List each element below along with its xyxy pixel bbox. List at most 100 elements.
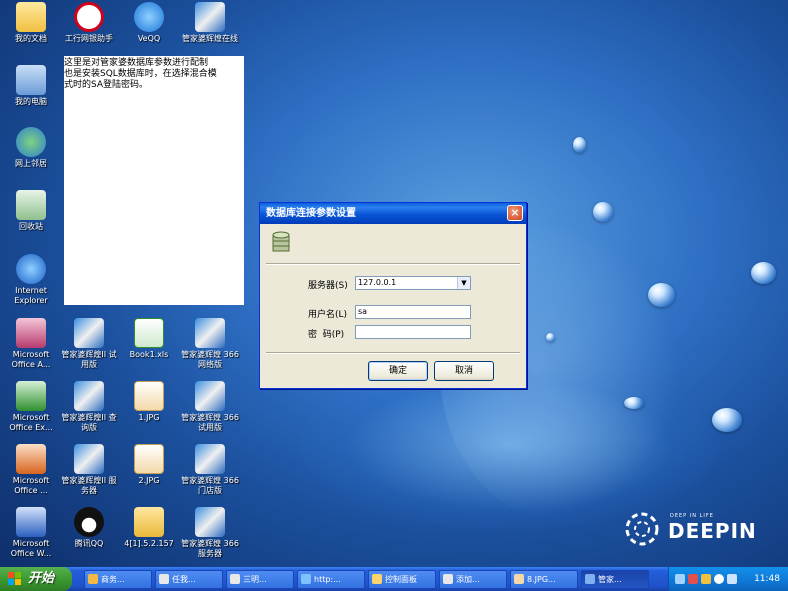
- dialog-separator: [266, 263, 520, 265]
- desktop-icon-label: 我的电脑: [15, 97, 47, 106]
- water-drop: [751, 262, 776, 284]
- ok-button[interactable]: 确定: [368, 361, 428, 381]
- qq-penguin-icon: [74, 507, 104, 537]
- taskbar-button[interactable]: 8.JPG...: [510, 570, 578, 589]
- brand-name: DEEPIN: [668, 519, 757, 543]
- image-icon: [514, 574, 524, 584]
- gjp-app-icon: [195, 2, 225, 32]
- desktop-icon-recycle-bin[interactable]: 回收站: [0, 190, 62, 232]
- security-icon[interactable]: [688, 574, 698, 584]
- desktop-icon-office-access[interactable]: Microsoft Office A...: [0, 318, 62, 370]
- water-drop: [624, 397, 644, 409]
- desktop-icon-my-computer[interactable]: 我的电脑: [0, 65, 62, 107]
- cancel-button[interactable]: 取消: [434, 361, 494, 381]
- office-word-icon: [16, 507, 46, 537]
- desktop-icon-veqq[interactable]: VeQQ: [118, 2, 180, 44]
- windows-flag-icon: [8, 572, 21, 585]
- water-drop: [593, 202, 613, 222]
- taskbar-button[interactable]: 商务...: [84, 570, 152, 589]
- taskbar-button-label: 任我...: [172, 575, 196, 584]
- folder-icon: [134, 507, 164, 537]
- gjp-app-icon: [74, 318, 104, 348]
- taskbar-button-label: http:...: [314, 575, 341, 584]
- desktop-icon-label: 网上邻居: [15, 159, 47, 168]
- server-combobox[interactable]: 127.0.0.1 ▼: [355, 276, 471, 290]
- water-drop: [546, 333, 555, 342]
- desktop-icon-label: 管家婆辉煌 366试用版: [181, 413, 239, 432]
- recycle-bin-icon: [16, 190, 46, 220]
- my-documents-icon: [16, 2, 46, 32]
- desktop-icon-book1[interactable]: Book1.xls: [118, 318, 180, 360]
- desktop-icon-2jpg[interactable]: 2.JPG: [118, 444, 180, 486]
- taskbar-button[interactable]: 添加...: [439, 570, 507, 589]
- gjp-app-icon: [195, 381, 225, 411]
- network-icon[interactable]: [675, 574, 685, 584]
- window-icon: [88, 574, 98, 584]
- desktop-icon-label: Microsoft Office A...: [11, 350, 51, 369]
- desktop-icon-label: 管家婆辉煌II 试用版: [61, 350, 117, 369]
- volume-icon[interactable]: [727, 574, 737, 584]
- office-powerpoint-icon: [16, 444, 46, 474]
- desktop-icon-label: VeQQ: [137, 34, 161, 43]
- office-excel-icon: [16, 381, 46, 411]
- desktop-icon-gjp-366-network[interactable]: 管家婆辉煌 366网络版: [179, 318, 241, 370]
- note-line: 式时的SA登陆密码。: [64, 80, 149, 90]
- desktop-icon-office-word[interactable]: Microsoft Office W...: [0, 507, 62, 559]
- password-field[interactable]: [355, 325, 471, 339]
- excel-file-icon: [134, 318, 164, 348]
- username-value: sa: [358, 307, 368, 316]
- start-label: 开始: [28, 571, 55, 586]
- desktop-icon-gjp-366-server[interactable]: 管家婆辉煌 366服务器: [179, 507, 241, 559]
- ime-icon[interactable]: [701, 574, 711, 584]
- desktop-icon-gjp-366-trial[interactable]: 管家婆辉煌 366试用版: [179, 381, 241, 433]
- taskbar-button-label: 8.JPG...: [527, 575, 556, 584]
- desktop-icon-network[interactable]: 网上邻居: [0, 127, 62, 169]
- desktop-icon-gjp-server[interactable]: 管家婆辉煌II 服务器: [58, 444, 120, 496]
- username-field[interactable]: sa: [355, 305, 471, 319]
- desktop-icon-gjp-366-store[interactable]: 管家婆辉煌 366门店版: [179, 444, 241, 496]
- control-panel-icon: [372, 574, 382, 584]
- desktop-icon-gjp-query[interactable]: 管家婆辉煌II 查询版: [58, 381, 120, 433]
- desktop-icon-gjp-online[interactable]: 管家婆辉煌在线: [179, 2, 241, 44]
- desktop-icon-label: Microsoft Office W...: [10, 539, 52, 558]
- chevron-down-icon[interactable]: ▼: [457, 277, 470, 289]
- dialog-title-bar[interactable]: 数据库连接参数设置 ×: [260, 203, 526, 224]
- annotation-note: 这里是对管家婆数据库参数进行配制 也是安装SQL数据库时，在选择混合模 式时的S…: [64, 56, 244, 305]
- deepin-swirl-icon: [625, 512, 659, 546]
- close-button[interactable]: ×: [507, 205, 523, 221]
- db-connection-dialog: 数据库连接参数设置 × 服务器(S) 127.0.0.1 ▼ 用户名(L) sa…: [259, 202, 527, 389]
- desktop-icon-icbc[interactable]: 工行网银助手: [58, 2, 120, 44]
- start-button[interactable]: 开始: [0, 567, 72, 591]
- desktop-icon-ie[interactable]: Internet Explorer: [0, 254, 62, 306]
- desktop-icon-gjp-trial[interactable]: 管家婆辉煌II 试用版: [58, 318, 120, 370]
- water-drop: [648, 283, 675, 307]
- gjp-app-icon: [74, 381, 104, 411]
- desktop-icon-label: Microsoft Office ...: [12, 476, 50, 495]
- jpg-file-icon: [134, 444, 164, 474]
- desktop-icon-my-documents[interactable]: 我的文档: [0, 2, 62, 44]
- server-label: 服务器(S): [308, 281, 348, 291]
- taskbar-button[interactable]: 管家...: [581, 570, 649, 589]
- desktop-icon-office-ppt[interactable]: Microsoft Office ...: [0, 444, 62, 496]
- window-icon: [230, 574, 240, 584]
- window-icon: [443, 574, 453, 584]
- taskbar: 开始 商务... 任我... 三明... http:... 控制面板 添加...…: [0, 567, 788, 591]
- desktop-icon-1jpg[interactable]: 1.JPG: [118, 381, 180, 423]
- taskbar-button[interactable]: 控制面板: [368, 570, 436, 589]
- username-label: 用户名(L): [308, 310, 348, 320]
- desktop-icon-office-excel[interactable]: Microsoft Office Ex...: [0, 381, 62, 433]
- desktop-icon-label: 2.JPG: [138, 476, 160, 485]
- qq-tray-icon[interactable]: [714, 574, 724, 584]
- deepin-logo: DEEP IN LIFE DEEPIN: [620, 505, 756, 555]
- desktop-icon-label: Internet Explorer: [14, 286, 48, 305]
- jpg-file-icon: [134, 381, 164, 411]
- desktop-icon-label: 回收站: [19, 222, 43, 231]
- taskbar-button[interactable]: 三明...: [226, 570, 294, 589]
- desktop-icon-qq[interactable]: 腾讯QQ: [58, 507, 120, 549]
- gjp-app-icon: [195, 444, 225, 474]
- desktop-icon-folder[interactable]: 4[1].5.2.157: [118, 507, 180, 549]
- taskbar-button[interactable]: http:...: [297, 570, 365, 589]
- taskbar-button[interactable]: 任我...: [155, 570, 223, 589]
- internet-explorer-icon: [16, 254, 46, 284]
- network-places-icon: [16, 127, 46, 157]
